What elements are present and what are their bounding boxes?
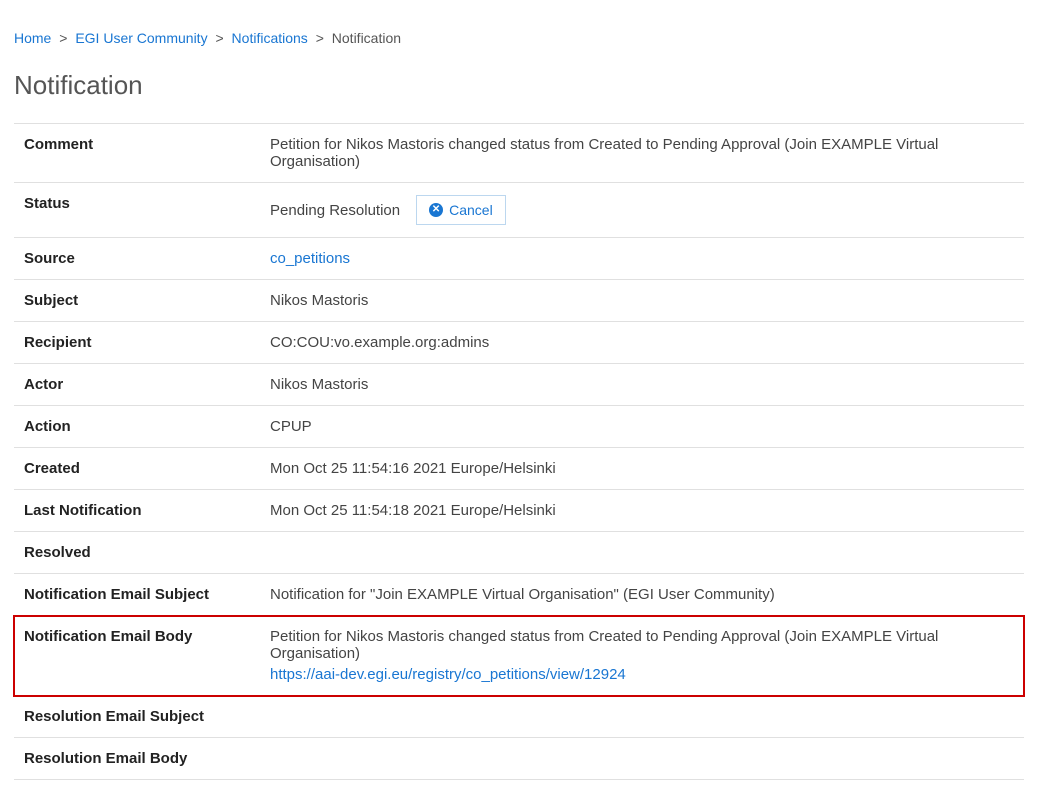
label-resolved: Resolved (14, 532, 260, 574)
value-actor: Nikos Mastoris (260, 364, 1024, 406)
row-status: Status Pending Resolution ✕ Cancel (14, 183, 1024, 238)
row-resolution-email-body: Resolution Email Body (14, 738, 1024, 780)
row-recipient: Recipient CO:COU:vo.example.org:admins (14, 322, 1024, 364)
breadcrumb-notifications[interactable]: Notifications (232, 30, 308, 46)
row-actor: Actor Nikos Mastoris (14, 364, 1024, 406)
label-status: Status (14, 183, 260, 238)
notification-detail-table: Comment Petition for Nikos Mastoris chan… (14, 123, 1024, 780)
cancel-button-label: Cancel (449, 202, 493, 218)
value-resolution-email-subject (260, 696, 1024, 738)
value-subject: Nikos Mastoris (260, 280, 1024, 322)
page-title: Notification (14, 70, 1024, 101)
row-resolved: Resolved (14, 532, 1024, 574)
value-created: Mon Oct 25 11:54:16 2021 Europe/Helsinki (260, 448, 1024, 490)
label-resolution-email-subject: Resolution Email Subject (14, 696, 260, 738)
value-email-subject: Notification for "Join EXAMPLE Virtual O… (260, 574, 1024, 616)
breadcrumb-community[interactable]: EGI User Community (75, 30, 207, 46)
value-recipient: CO:COU:vo.example.org:admins (260, 322, 1024, 364)
cancel-icon: ✕ (429, 203, 443, 217)
value-resolved (260, 532, 1024, 574)
row-subject: Subject Nikos Mastoris (14, 280, 1024, 322)
label-action: Action (14, 406, 260, 448)
label-comment: Comment (14, 124, 260, 183)
label-email-subject: Notification Email Subject (14, 574, 260, 616)
cancel-button[interactable]: ✕ Cancel (416, 195, 506, 225)
value-email-body-text: Petition for Nikos Mastoris changed stat… (270, 628, 1014, 662)
row-created: Created Mon Oct 25 11:54:16 2021 Europe/… (14, 448, 1024, 490)
breadcrumb-separator: > (59, 30, 67, 46)
label-last-notification: Last Notification (14, 490, 260, 532)
row-action: Action CPUP (14, 406, 1024, 448)
breadcrumb-separator: > (316, 30, 324, 46)
breadcrumb-separator: > (215, 30, 223, 46)
value-last-notification: Mon Oct 25 11:54:18 2021 Europe/Helsinki (260, 490, 1024, 532)
label-resolution-email-body: Resolution Email Body (14, 738, 260, 780)
row-resolution-email-subject: Resolution Email Subject (14, 696, 1024, 738)
label-created: Created (14, 448, 260, 490)
value-comment: Petition for Nikos Mastoris changed stat… (260, 124, 1024, 183)
row-comment: Comment Petition for Nikos Mastoris chan… (14, 124, 1024, 183)
row-last-notification: Last Notification Mon Oct 25 11:54:18 20… (14, 490, 1024, 532)
value-resolution-email-body (260, 738, 1024, 780)
email-body-link[interactable]: https://aai-dev.egi.eu/registry/co_petit… (270, 666, 626, 683)
breadcrumb-home[interactable]: Home (14, 30, 51, 46)
breadcrumb-current: Notification (332, 30, 401, 46)
label-subject: Subject (14, 280, 260, 322)
row-email-body: Notification Email Body Petition for Nik… (14, 616, 1024, 696)
breadcrumb: Home > EGI User Community > Notification… (14, 10, 1024, 58)
row-source: Source co_petitions (14, 238, 1024, 280)
label-source: Source (14, 238, 260, 280)
label-recipient: Recipient (14, 322, 260, 364)
source-link[interactable]: co_petitions (270, 250, 350, 267)
row-email-subject: Notification Email Subject Notification … (14, 574, 1024, 616)
label-actor: Actor (14, 364, 260, 406)
label-email-body: Notification Email Body (14, 616, 260, 696)
value-status: Pending Resolution (270, 202, 400, 219)
value-action: CPUP (260, 406, 1024, 448)
